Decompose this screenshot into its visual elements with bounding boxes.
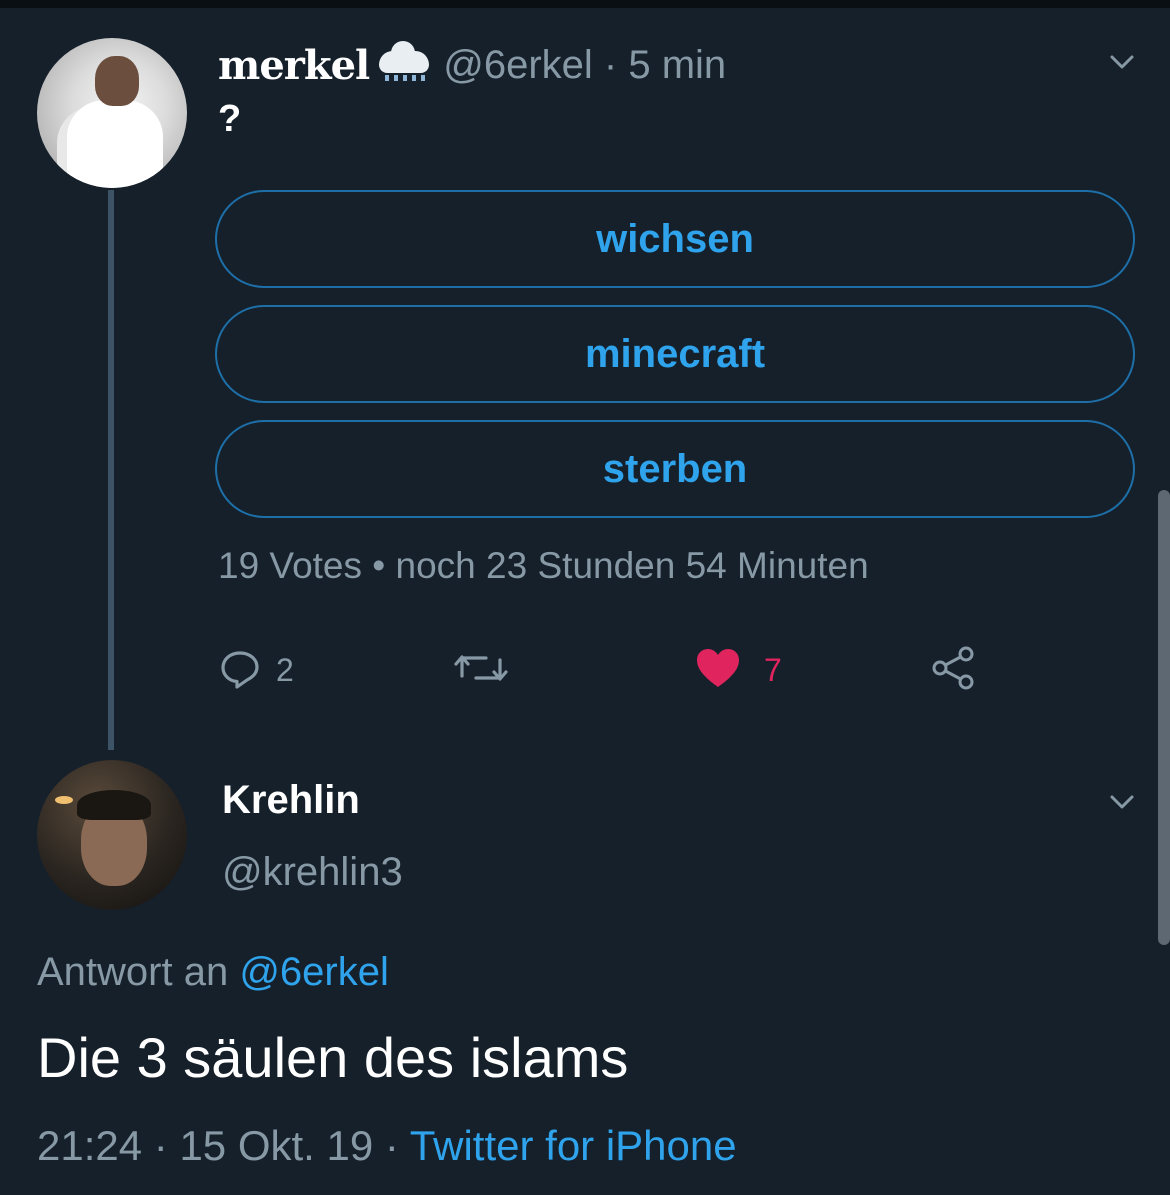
reply-date: 15 Okt. 19 [179,1122,374,1169]
tweet-text: ? [218,98,242,140]
tweet-time[interactable]: 5 min [628,43,726,87]
snow-cloud-icon [375,41,433,85]
avatar-hair [77,790,151,820]
share-icon [930,644,978,697]
reply-meta: 21:24 · 15 Okt. 19 · Twitter for iPhone [37,1122,737,1170]
retweet-button[interactable] [452,640,510,700]
poll-option-2[interactable]: minecraft [215,305,1135,403]
vote-count: 19 Votes [218,545,363,586]
retweet-icon [452,646,510,695]
avatar-figure-body [67,100,163,188]
meta-separator: · [142,1122,180,1169]
client-link[interactable]: Twitter for iPhone [410,1122,737,1169]
reply-icon [218,646,262,695]
display-name[interactable]: merkel [218,42,370,89]
reply-mention-link[interactable]: @6erkel [239,950,389,994]
like-button[interactable]: 7 [694,640,782,700]
thread-line [108,190,114,750]
replying-to: Antwort an @6erkel [37,950,389,995]
poll-meta: 19 Votes • noch 23 Stunden 54 Minuten [218,545,869,587]
share-button[interactable] [930,640,978,700]
poll-option-3[interactable]: sterben [215,420,1135,518]
time-remaining: noch 23 Stunden 54 Minuten [395,545,869,586]
chevron-down-icon[interactable] [1108,788,1136,816]
reply-prefix: Antwort an [37,950,240,994]
reply-display-name[interactable]: Krehlin [222,778,360,823]
scrollbar[interactable] [1158,490,1170,945]
avatar-background-light [55,796,73,804]
avatar-figure-head [95,56,139,106]
meta-separator: • [362,545,396,586]
reply-count: 2 [276,651,294,688]
avatar-merkel[interactable] [37,38,187,188]
user-handle[interactable]: @6erkel [443,43,593,87]
avatar-krehlin[interactable] [37,760,187,910]
tweet-header: merkel @6erkel · 5 min [218,40,726,90]
reply-text: Die 3 säulen des islams [37,1026,629,1089]
poll-option-1[interactable]: wichsen [215,190,1135,288]
reply-time: 21:24 [37,1122,143,1169]
top-edge [0,0,1170,8]
heart-icon [694,646,742,695]
like-count: 7 [764,651,782,688]
chevron-down-icon[interactable] [1108,48,1136,76]
reply-button[interactable]: 2 [218,640,294,700]
reply-user-handle[interactable]: @krehlin3 [222,850,403,895]
meta-separator: · [373,1122,410,1169]
time-separator: · [592,42,629,87]
